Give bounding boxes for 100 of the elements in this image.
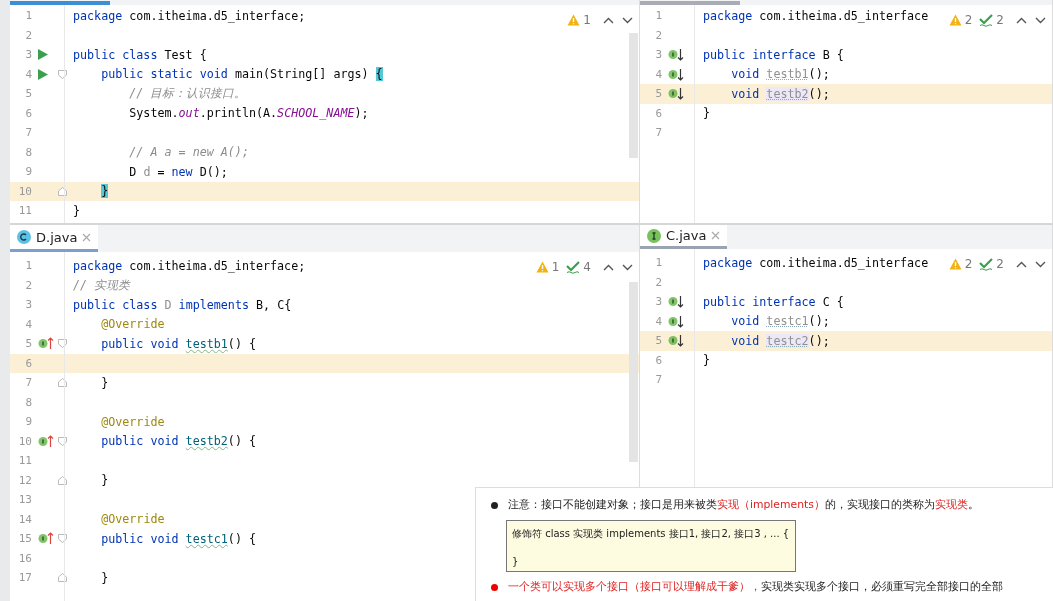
up-chevron-icon[interactable] (603, 263, 614, 271)
fold-icon[interactable] (58, 339, 67, 349)
warning-icon[interactable] (948, 258, 962, 270)
line-number: 6 (654, 353, 662, 367)
down-chevron-icon[interactable] (1035, 16, 1046, 24)
line-number: 4 (24, 317, 32, 331)
down-arrow-marker-icon[interactable] (668, 295, 684, 309)
line-number: 3 (654, 295, 662, 309)
warning-count: 2 (964, 257, 973, 271)
line-number: 2 (24, 28, 32, 42)
run-icon[interactable] (38, 68, 48, 80)
code-line: } (72, 203, 81, 218)
down-arrow-marker-icon[interactable] (668, 314, 684, 328)
code-line: package com.itheima.d5_interface (702, 255, 929, 270)
code-line: } (100, 473, 109, 488)
up-chevron-icon[interactable] (603, 16, 614, 24)
fold-icon[interactable] (58, 534, 67, 544)
code-line: public class D implements B, C{ (72, 297, 292, 312)
line-number: 8 (24, 145, 32, 159)
code-line: @Override (100, 512, 165, 527)
fold-end-icon[interactable] (58, 475, 67, 485)
line-number: 4 (654, 67, 662, 81)
typo-count: 2 (996, 257, 1004, 271)
fold-end-icon[interactable] (58, 378, 67, 388)
code-line: void testb1(); (730, 67, 830, 82)
line-number: 8 (24, 395, 32, 409)
line-number: 14 (17, 512, 32, 526)
line-number: 11 (17, 204, 32, 218)
fold-end-icon[interactable] (58, 186, 67, 196)
code-line: } (702, 353, 711, 368)
up-arrow-marker-icon[interactable] (38, 532, 54, 546)
warning-icon[interactable] (567, 14, 581, 26)
close-icon[interactable] (711, 231, 721, 240)
fold-icon[interactable] (58, 69, 67, 79)
down-chevron-icon[interactable] (622, 16, 633, 24)
line-number: 6 (24, 106, 32, 120)
warning-icon[interactable] (948, 14, 962, 26)
code-line: package com.itheima.d5_interface (702, 8, 929, 23)
fold-end-icon[interactable] (58, 573, 67, 583)
close-icon[interactable] (82, 232, 92, 242)
code-line: D d = new D(); (128, 164, 228, 179)
code-line: @Override (100, 317, 165, 332)
line-number: 2 (654, 275, 662, 289)
run-icon[interactable] (38, 49, 48, 61)
code-line: @Override (100, 414, 165, 429)
code-line: public static void main(String[] args) { (100, 67, 383, 82)
line-number: 4 (654, 314, 662, 328)
line-number: 1 (654, 9, 662, 23)
line-number: 3 (654, 48, 662, 62)
line-number: 7 (654, 373, 662, 387)
warning-count: 2 (964, 13, 973, 27)
up-arrow-marker-icon[interactable] (38, 337, 54, 351)
code-line: // A a = new A(); (128, 145, 249, 160)
down-arrow-marker-icon[interactable] (668, 87, 684, 101)
code-line: // 实现类 (72, 277, 131, 293)
typo-check-icon[interactable] (979, 257, 994, 271)
code-line: System.out.println(A.SCHOOL_NAME); (128, 106, 369, 121)
fold-icon[interactable] (58, 436, 67, 446)
code-line: } (702, 106, 711, 121)
line-number: 5 (24, 337, 32, 351)
file-tab[interactable]: D.java (10, 225, 99, 252)
code-line: // 目标：认识接口。 (128, 86, 247, 102)
up-chevron-icon[interactable] (1016, 260, 1027, 268)
scrollbar[interactable] (629, 33, 638, 158)
line-number: 2 (654, 28, 662, 42)
up-arrow-marker-icon[interactable] (38, 434, 54, 448)
code-line: package com.itheima.d5_interface; (72, 8, 306, 23)
typo-count: 2 (996, 13, 1004, 27)
scrollbar[interactable] (629, 282, 638, 462)
warning-icon[interactable] (535, 261, 549, 273)
line-number: 1 (24, 259, 32, 273)
code-line: void testc2(); (730, 333, 830, 348)
bullet-dot (491, 583, 498, 591)
line-number: 1 (24, 9, 32, 23)
down-arrow-marker-icon[interactable] (668, 48, 684, 62)
typo-count: 4 (583, 260, 591, 274)
syntax-line: 修饰符 class 实现类 implements 接口1, 接口2, 接口3 , ... { (512, 527, 790, 541)
down-arrow-marker-icon[interactable] (668, 334, 684, 348)
line-number: 9 (24, 165, 32, 179)
line-number: 7 (24, 376, 32, 390)
typo-check-icon[interactable] (979, 13, 994, 27)
line-number: 3 (24, 298, 32, 312)
line-number: 17 (17, 571, 32, 585)
down-arrow-marker-icon[interactable] (668, 67, 684, 81)
file-tab[interactable]: C.java (640, 225, 728, 249)
down-chevron-icon[interactable] (622, 263, 633, 271)
line-number: 15 (17, 532, 32, 546)
bullet-text: 一个类可以实现多个接口（接口可以理解成干爹），实现类实现多个接口，必须重写完全部接口的全部 (508, 580, 1003, 594)
up-chevron-icon[interactable] (1016, 16, 1027, 24)
line-number: 5 (654, 334, 662, 348)
typo-check-icon[interactable] (566, 260, 581, 274)
warning-count: 1 (583, 13, 591, 27)
bullet-text: 注意：接口不能创建对象；接口是用来被类实现（implements）的，实现接口的类称为实现类。 (508, 498, 979, 512)
code-line: public interface B { (702, 47, 844, 62)
line-number: 6 (24, 356, 32, 370)
down-chevron-icon[interactable] (1035, 260, 1046, 268)
code-line: public class Test { (72, 47, 207, 62)
bullet-dot (491, 501, 498, 509)
code-line: } (100, 375, 109, 390)
line-number: 6 (654, 106, 662, 120)
